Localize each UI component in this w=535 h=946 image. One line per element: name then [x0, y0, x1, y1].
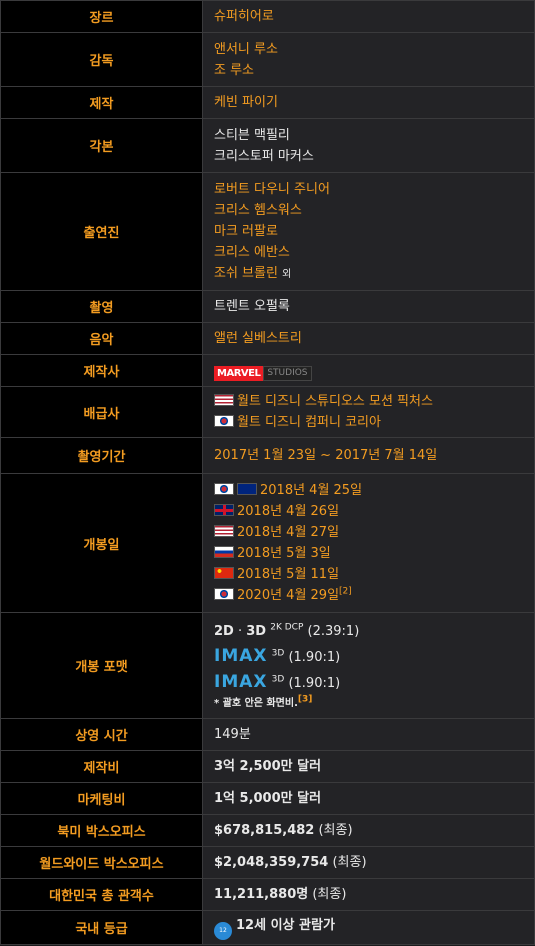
music-link[interactable]: 앨런 실베스트리 — [214, 331, 302, 346]
runtime-value: 149분 — [214, 727, 251, 742]
label-director: 감독 — [0, 32, 203, 87]
row-ww-box-office: 월드와이드 박스오피스 $2,048,359,754 (최종) — [0, 846, 535, 879]
cn-flag-icon — [214, 567, 234, 579]
distributor-link-2[interactable]: 월트 디즈니 컴퍼니 코리아 — [237, 415, 381, 430]
kr-audience-suffix: (최종) — [312, 887, 347, 902]
format-ratio-2: (1.90:1) — [288, 649, 341, 665]
label-screenplay: 각본 — [0, 118, 203, 173]
gb-flag-icon — [214, 504, 234, 516]
row-filming-period: 촬영기간 2017년 1월 23일 ~ 2017년 7월 14일 — [0, 437, 535, 474]
cast-link-1[interactable]: 로버트 다우니 주니어 — [214, 179, 523, 200]
us-flag-icon — [214, 394, 234, 406]
kr-audience-value: 11,211,880명 — [214, 887, 309, 902]
label-budget: 제작비 — [0, 750, 203, 783]
kr-flag-icon — [214, 483, 234, 495]
release-date-6[interactable]: 2020년 4월 29일 — [237, 588, 339, 603]
label-marketing: 마케팅비 — [0, 782, 203, 815]
release-date-5[interactable]: 2018년 5월 11일 — [237, 567, 339, 582]
label-cast: 출연진 — [0, 172, 203, 291]
imax-3d: 3D — [271, 648, 285, 659]
screenplay-name-1: 스티븐 맥필리 — [214, 127, 290, 143]
row-cinematography: 촬영 트렌트 오펄록 — [0, 290, 535, 323]
imax-laser-3d: 3D — [271, 674, 285, 685]
row-budget: 제작비 3억 2,500만 달러 — [0, 750, 535, 783]
director-link-2[interactable]: 조 루소 — [214, 60, 523, 81]
na-box-office-suffix: (최종) — [318, 823, 353, 838]
row-rating: 국내 등급 12 12세 이상 관람가 — [0, 910, 535, 945]
label-genre: 장르 — [0, 0, 203, 33]
label-studio: 제작사 — [0, 354, 203, 387]
label-format: 개봉 포맷 — [0, 612, 203, 719]
format-3d: 3D — [246, 623, 267, 639]
release-date-1[interactable]: 2018년 4월 25일 — [260, 483, 362, 498]
format-dcp: 2K DCP — [270, 622, 304, 633]
label-release: 개봉일 — [0, 473, 203, 613]
row-kr-audience: 대한민국 총 관객수 11,211,880명 (최종) — [0, 878, 535, 911]
release-date-3[interactable]: 2018년 4월 27일 — [237, 525, 339, 540]
release-date-4[interactable]: 2018년 5월 3일 — [237, 546, 331, 561]
release-date-2[interactable]: 2018년 4월 26일 — [237, 504, 339, 519]
ww-box-office-suffix: (최종) — [332, 855, 367, 870]
row-genre: 장르 슈퍼히어로 — [0, 0, 535, 33]
kr-flag-icon — [214, 415, 234, 427]
label-rating: 국내 등급 — [0, 910, 203, 945]
label-na-box-office: 북미 박스오피스 — [0, 814, 203, 847]
row-screenplay: 각본 스티븐 맥필리 크리스토퍼 마커스 — [0, 118, 535, 173]
cast-link-4[interactable]: 크리스 에반스 — [214, 242, 523, 263]
row-music: 음악 앨런 실베스트리 — [0, 322, 535, 355]
imax-laser-logo: IMAX — [214, 671, 268, 692]
label-distributor: 배급사 — [0, 386, 203, 438]
row-cast: 출연진 로버트 다우니 주니어 크리스 헴스워스 마크 러팔로 크리스 에반스 … — [0, 172, 535, 291]
row-distributor: 배급사 월트 디즈니 스튜디오스 모션 픽처스 월트 디즈니 컴퍼니 코리아 — [0, 386, 535, 438]
cast-suffix: 외 — [282, 268, 292, 280]
kr-flag-icon — [214, 588, 234, 600]
release-ref[interactable]: [2] — [339, 587, 352, 597]
label-filming-period: 촬영기간 — [0, 437, 203, 474]
director-link-1[interactable]: 앤서니 루소 — [214, 39, 523, 60]
format-note-ref[interactable]: [3] — [298, 694, 313, 704]
label-cinematography: 촬영 — [0, 290, 203, 323]
ru-flag-icon — [214, 546, 234, 558]
na-box-office-value: $678,815,482 — [214, 823, 315, 838]
producer-link[interactable]: 케빈 파이기 — [214, 95, 278, 110]
row-director: 감독 앤서니 루소 조 루소 — [0, 32, 535, 87]
label-ww-box-office: 월드와이드 박스오피스 — [0, 846, 203, 879]
row-release: 개봉일 2018년 4월 25일 2018년 4월 26일 2018년 4월 2… — [0, 473, 535, 613]
budget-value: 3억 2,500만 달러 — [214, 759, 322, 774]
row-na-box-office: 북미 박스오피스 $678,815,482 (최종) — [0, 814, 535, 847]
cast-link-5[interactable]: 조쉬 브롤린 — [214, 266, 278, 281]
us-flag-icon — [214, 525, 234, 537]
cast-link-2[interactable]: 크리스 헴스워스 — [214, 200, 523, 221]
row-marketing: 마케팅비 1억 5,000만 달러 — [0, 782, 535, 815]
row-runtime: 상영 시간 149분 — [0, 718, 535, 751]
format-ratio-3: (1.90:1) — [288, 675, 341, 691]
label-music: 음악 — [0, 322, 203, 355]
marketing-value: 1억 5,000만 달러 — [214, 791, 322, 806]
filming-period-value[interactable]: 2017년 1월 23일 ~ 2017년 7월 14일 — [214, 448, 437, 463]
format-ratio-1: (2.39:1) — [307, 623, 360, 639]
row-format: 개봉 포맷 2D · 3D 2K DCP (2.39:1) IMAX 3D (1… — [0, 612, 535, 719]
distributor-link-1[interactable]: 월트 디즈니 스튜디오스 모션 픽처스 — [237, 394, 433, 409]
cast-link-3[interactable]: 마크 러팔로 — [214, 221, 523, 242]
format-note: * 괄호 안은 화면비. — [214, 697, 298, 709]
marvel-studios-logo[interactable]: MARVEL STUDIOS — [214, 366, 312, 381]
infobox-table: 장르 슈퍼히어로 감독 앤서니 루소 조 루소 제작 케빈 파이기 각본 스티븐… — [0, 0, 535, 945]
imax-logo: IMAX — [214, 645, 268, 666]
row-producer: 제작 케빈 파이기 — [0, 86, 535, 119]
row-studio: 제작사 MARVEL STUDIOS — [0, 354, 535, 387]
label-producer: 제작 — [0, 86, 203, 119]
age-rating-icon: 12 — [214, 922, 232, 940]
format-sep: · — [237, 623, 243, 639]
label-kr-audience: 대한민국 총 관객수 — [0, 878, 203, 911]
rating-value: 12세 이상 관람가 — [236, 918, 335, 933]
genre-link[interactable]: 슈퍼히어로 — [214, 9, 274, 24]
ww-box-office-value: $2,048,359,754 — [214, 855, 329, 870]
format-2d: 2D — [214, 623, 234, 639]
cinematography-name: 트렌트 오펄록 — [214, 299, 290, 314]
au-flag-icon — [237, 483, 257, 495]
label-runtime: 상영 시간 — [0, 718, 203, 751]
screenplay-name-2: 크리스토퍼 마커스 — [214, 148, 314, 164]
